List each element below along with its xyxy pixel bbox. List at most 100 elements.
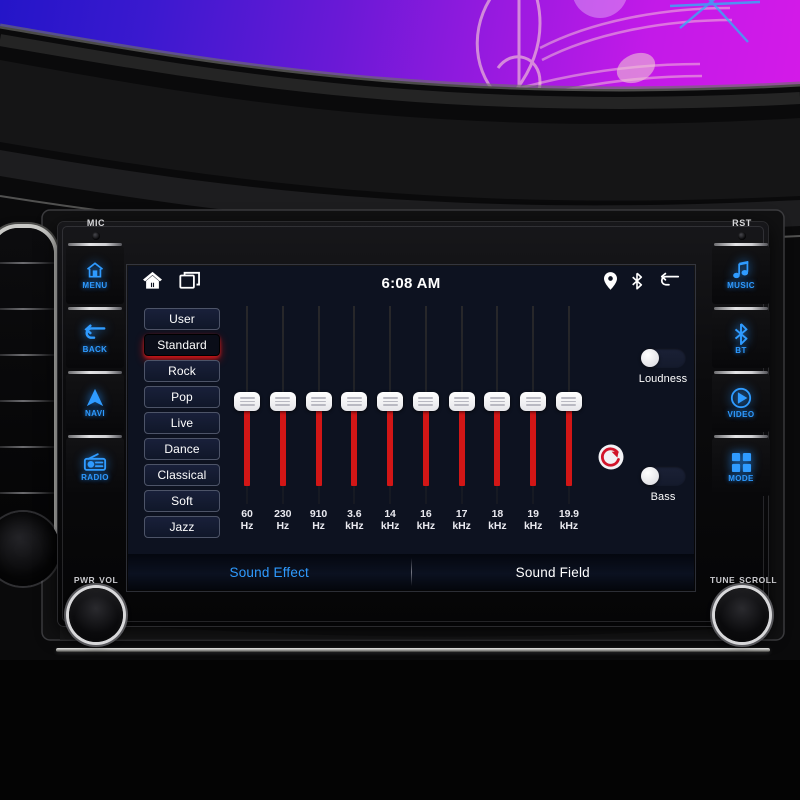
mic-label: MIC: [86, 218, 106, 228]
bass-toggle-knob: [641, 467, 659, 485]
hardware-button-bt[interactable]: BT: [712, 307, 770, 368]
tune-scroll-knob[interactable]: [715, 588, 769, 642]
back-arrow-icon[interactable]: [657, 272, 680, 295]
reset-hole-icon[interactable]: [738, 232, 746, 240]
preset-soft[interactable]: Soft: [144, 490, 220, 512]
left-hardware-panel: MIC MENU BACK NAVI RADIO PWR VOL: [66, 218, 126, 642]
eq-band-19khz: 19 kHz: [518, 306, 548, 552]
eq-slider-60hz[interactable]: [232, 306, 262, 504]
eq-band-910hz: 910 Hz: [304, 306, 334, 552]
eq-freq-label-19-9khz: 19.9 kHz: [558, 508, 579, 532]
hardware-button-navi-label: NAVI: [84, 409, 106, 418]
eq-slider-19-9khz[interactable]: [554, 306, 584, 504]
sound-toggles: Loudness Bass: [632, 300, 694, 546]
bass-label: Bass: [650, 491, 676, 503]
preset-classical[interactable]: Classical: [144, 464, 220, 486]
multi-window-icon[interactable]: [179, 271, 201, 295]
hardware-button-back[interactable]: BACK: [66, 307, 124, 368]
location-pin-icon: [604, 271, 617, 295]
eq-slider-14khz[interactable]: [375, 306, 405, 504]
preset-dance[interactable]: Dance: [144, 438, 220, 460]
loudness-label: Loudness: [638, 373, 688, 385]
preset-standard[interactable]: Standard: [144, 334, 220, 356]
eq-thumb-3-6khz[interactable]: [341, 392, 368, 411]
eq-thumb-60hz[interactable]: [234, 392, 260, 411]
grid-squares-icon: [731, 452, 752, 473]
power-volume-knob[interactable]: [69, 588, 123, 642]
equalizer-sliders: 60 Hz 230 Hz 910 Hz 3.6 kHz 14 kHz 16 kH…: [232, 306, 584, 552]
mic-hole-icon: [92, 232, 100, 240]
eq-freq-label-910hz: 910 Hz: [309, 508, 328, 532]
eq-thumb-14khz[interactable]: [377, 392, 404, 411]
hardware-button-radio[interactable]: RADIO: [66, 435, 124, 496]
eq-reset-button[interactable]: [596, 442, 626, 472]
eq-thumb-16khz[interactable]: [412, 392, 439, 411]
equalizer-panel: User Standard Rock Pop Live Dance Classi…: [128, 300, 694, 554]
radio-icon: [83, 452, 107, 472]
hardware-button-radio-label: RADIO: [81, 472, 109, 482]
eq-band-3-6khz: 3.6 kHz: [339, 306, 369, 552]
music-notes-artwork: [469, 0, 761, 120]
hardware-button-video-label: VIDEO: [727, 410, 755, 419]
eq-slider-3-6khz[interactable]: [339, 306, 369, 504]
eq-band-19-9khz: 19.9 kHz: [554, 306, 584, 552]
preset-jazz[interactable]: Jazz: [144, 516, 220, 538]
bluetooth-icon: [631, 272, 643, 295]
eq-thumb-910hz[interactable]: [305, 392, 332, 411]
eq-freq-label-19khz: 19 kHz: [523, 508, 543, 532]
status-bar: 6:08 AM: [128, 266, 694, 300]
eq-slider-910hz[interactable]: [304, 306, 334, 504]
eq-band-230hz: 230 Hz: [268, 306, 298, 552]
hardware-button-mode[interactable]: MODE: [712, 435, 770, 496]
loudness-toggle[interactable]: [640, 348, 686, 368]
eq-slider-16khz[interactable]: [411, 306, 441, 504]
tab-sound-field[interactable]: Sound Field: [412, 565, 695, 580]
music-note-icon: [731, 260, 751, 280]
hardware-button-video[interactable]: VIDEO: [712, 371, 770, 432]
eq-slider-18khz[interactable]: [482, 306, 512, 504]
eq-freq-label-14khz: 14 kHz: [380, 508, 400, 532]
hardware-button-back-label: BACK: [82, 345, 108, 354]
preset-user[interactable]: User: [144, 308, 220, 330]
bluetooth-icon: [733, 323, 749, 346]
hardware-button-mode-label: MODE: [728, 473, 754, 483]
preset-live[interactable]: Live: [144, 412, 220, 434]
hardware-button-bt-label: BT: [735, 346, 747, 355]
tune-scroll-knob-label: TUNE SCROLL: [708, 575, 778, 585]
vol-label: VOL: [99, 575, 119, 585]
eq-freq-label-18khz: 18 kHz: [488, 508, 507, 532]
hardware-button-menu[interactable]: MENU: [66, 243, 124, 304]
home-icon[interactable]: [142, 271, 163, 295]
eq-freq-label-230hz: 230 Hz: [274, 508, 292, 532]
eq-thumb-19khz[interactable]: [520, 392, 547, 411]
play-circle-icon: [730, 387, 752, 409]
eq-thumb-17khz[interactable]: [448, 392, 475, 411]
eq-band-18khz: 18 kHz: [482, 306, 512, 552]
eq-band-60hz: 60 Hz: [232, 306, 262, 552]
hardware-button-navi[interactable]: NAVI: [66, 371, 124, 432]
tune-label: TUNE: [710, 575, 736, 585]
eq-slider-17khz[interactable]: [447, 306, 477, 504]
tab-sound-effect[interactable]: Sound Effect: [128, 565, 411, 580]
eq-band-14khz: 14 kHz: [375, 306, 405, 552]
eq-thumb-230hz[interactable]: [269, 392, 296, 411]
preset-rock[interactable]: Rock: [144, 360, 220, 382]
scroll-label: SCROLL: [739, 575, 778, 585]
tune-scroll-knob-group: TUNE SCROLL: [708, 575, 778, 642]
microphone: MIC: [66, 218, 126, 240]
right-hardware-panel: RST MUSIC BT VIDEO MODE TUNE SCROLL: [710, 218, 777, 642]
eq-thumb-19-9khz[interactable]: [555, 392, 582, 411]
power-volume-knob-group: PWR VOL: [62, 575, 130, 642]
loudness-toggle-group: Loudness: [632, 348, 694, 385]
preset-pop[interactable]: Pop: [144, 386, 220, 408]
eq-slider-19khz[interactable]: [518, 306, 548, 504]
hardware-button-music[interactable]: MUSIC: [712, 243, 770, 304]
bass-toggle[interactable]: [640, 466, 686, 486]
eq-freq-label-16khz: 16 kHz: [416, 508, 436, 532]
eq-band-16khz: 16 kHz: [411, 306, 441, 552]
air-vent: [0, 228, 54, 558]
touchscreen-display[interactable]: 6:08 AM User Standard Rock Pop Live Danc…: [128, 266, 694, 590]
eq-slider-230hz[interactable]: [268, 306, 298, 504]
eq-thumb-18khz[interactable]: [484, 392, 511, 411]
reset-circle-arrow-icon: [598, 444, 624, 470]
